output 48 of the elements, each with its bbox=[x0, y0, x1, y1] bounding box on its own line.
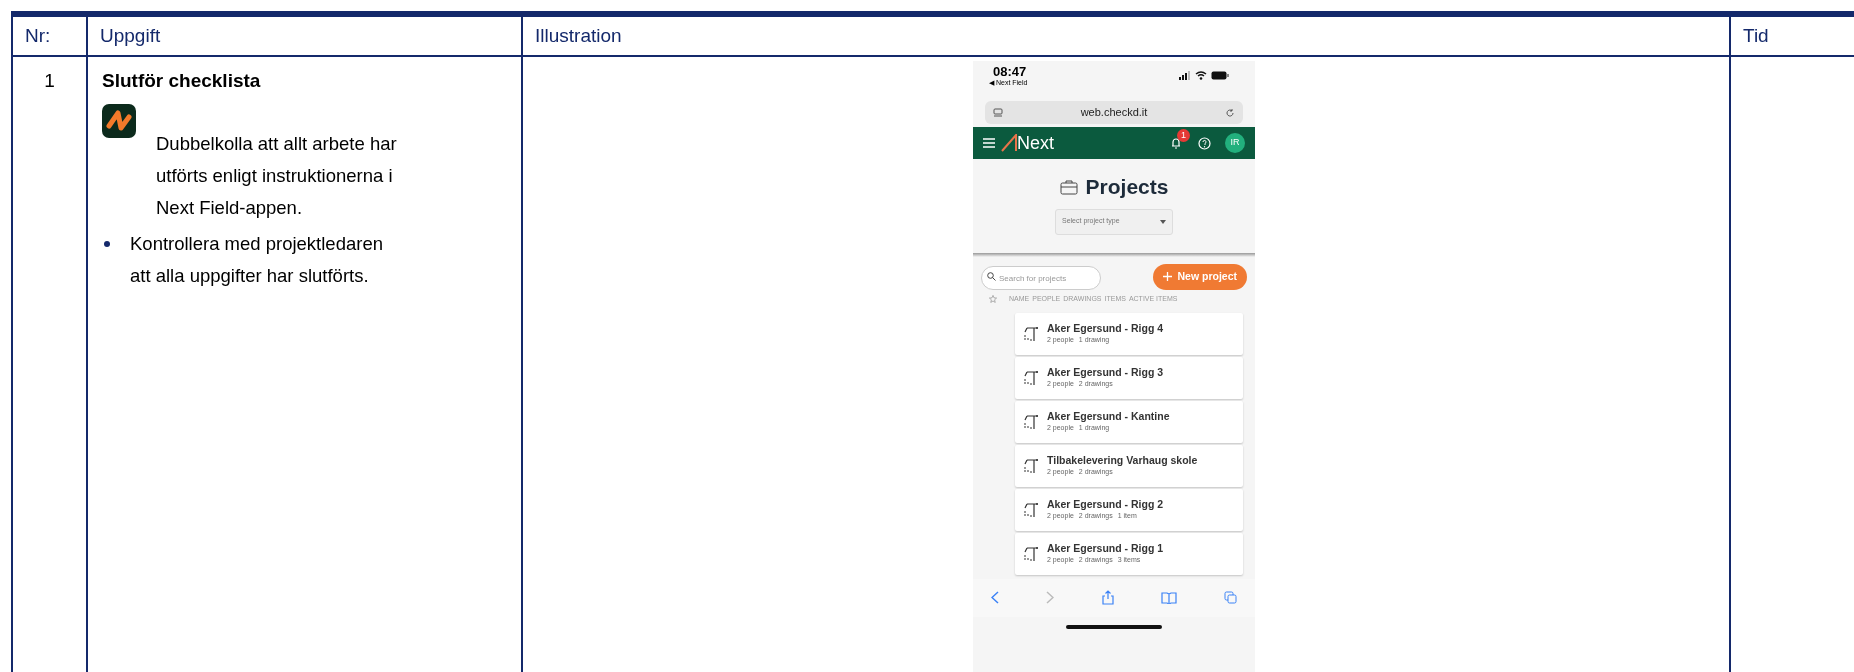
row-number: 1 bbox=[44, 69, 55, 93]
crane-icon bbox=[1021, 324, 1039, 343]
bullet-icon bbox=[104, 240, 110, 247]
crane-icon bbox=[1021, 544, 1039, 563]
column-header: Tid bbox=[1743, 23, 1769, 48]
wifi-icon bbox=[1195, 71, 1207, 80]
book-icon[interactable] bbox=[1160, 591, 1177, 604]
task-bullet: Kontrollera med projektledaren att alla uppgifter har slutförts. bbox=[130, 231, 384, 288]
app-icon bbox=[102, 103, 136, 138]
menu-icon[interactable] bbox=[983, 138, 995, 148]
app-logo: Next bbox=[1017, 134, 1054, 152]
back-icon[interactable] bbox=[991, 591, 999, 604]
project-name: Tilbakelevering Varhaug skole bbox=[1047, 453, 1198, 468]
battery-icon bbox=[1211, 71, 1229, 80]
crane-icon bbox=[1021, 456, 1039, 475]
star-icon[interactable] bbox=[989, 295, 997, 304]
signal-icon bbox=[1179, 71, 1191, 80]
task-title: Slutför checklista bbox=[102, 69, 261, 93]
task-note: Dubbelkolla att allt arbete har utförts enligt instruktionerna i Next Field-appen. bbox=[156, 131, 398, 220]
url-text: web.checkd.it bbox=[1080, 105, 1148, 121]
caret-icon bbox=[1160, 219, 1166, 224]
share-icon[interactable] bbox=[1101, 590, 1114, 605]
slash-logo-icon bbox=[1001, 134, 1019, 152]
project-name: Aker Egersund - Rigg 1 bbox=[1047, 541, 1164, 556]
column-header: Uppgift bbox=[100, 23, 161, 48]
search-icon bbox=[987, 271, 996, 281]
column-header: Illustration bbox=[535, 23, 622, 48]
page-title: Projects bbox=[1085, 174, 1169, 200]
bell-icon[interactable] bbox=[1170, 137, 1182, 149]
project-name: Aker Egersund - Rigg 2 bbox=[1047, 497, 1164, 512]
tabs-icon[interactable] bbox=[1224, 591, 1237, 604]
page-menu-icon[interactable] bbox=[993, 107, 1003, 118]
search-field[interactable]: Search for projects bbox=[981, 266, 1101, 290]
help-icon[interactable] bbox=[1198, 136, 1211, 150]
forward-icon[interactable] bbox=[1046, 591, 1055, 604]
crane-icon bbox=[1021, 368, 1039, 387]
reload-icon[interactable] bbox=[1225, 107, 1235, 118]
project-name: Aker Egersund - Rigg 3 bbox=[1047, 365, 1164, 380]
address-bar[interactable]: web.checkd.it bbox=[985, 101, 1243, 124]
project-name: Aker Egersund - Rigg 4 bbox=[1047, 321, 1164, 336]
column-header: Nr: bbox=[25, 23, 51, 48]
notification-badge: 1 bbox=[1177, 129, 1190, 142]
clock-time: 08:47 bbox=[992, 65, 1027, 79]
crane-icon bbox=[1021, 412, 1039, 431]
project-name: Aker Egersund - Kantine bbox=[1047, 409, 1170, 424]
crane-icon bbox=[1021, 500, 1039, 519]
briefcase-icon bbox=[1059, 178, 1078, 195]
plus-icon bbox=[1163, 272, 1173, 282]
